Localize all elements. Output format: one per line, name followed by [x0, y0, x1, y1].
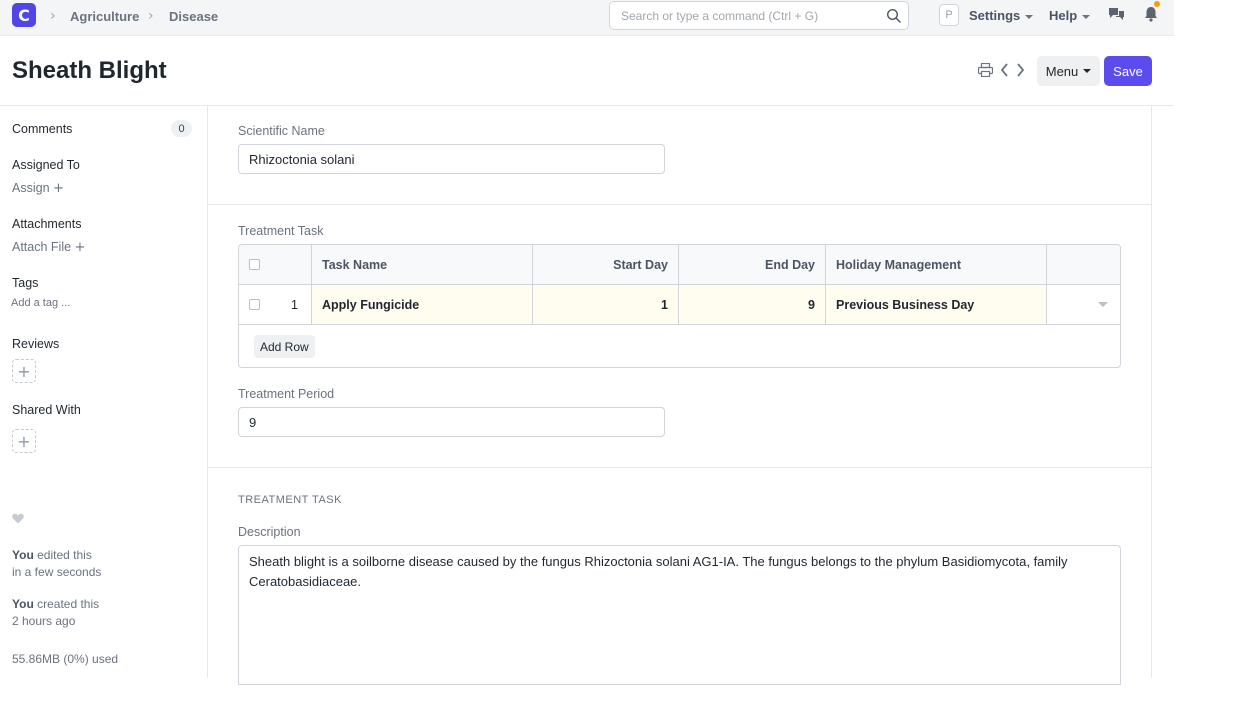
- add-share-button[interactable]: +: [12, 429, 36, 453]
- comments-count-badge: 0: [171, 120, 192, 137]
- breadcrumb-agriculture[interactable]: Agriculture: [70, 9, 139, 24]
- column-end-day: End Day: [679, 245, 826, 284]
- row-edit-cell[interactable]: [1047, 285, 1120, 324]
- form-main: Scientific Name Treatment Task Task Name…: [208, 106, 1152, 685]
- app-logo[interactable]: C: [12, 3, 36, 27]
- tags-label: Tags: [12, 276, 39, 290]
- select-all-cell: [239, 245, 312, 284]
- page-title: Sheath Blight: [12, 57, 167, 84]
- table-header-row: Task Name Start Day End Day Holiday Mana…: [239, 245, 1120, 285]
- comments-label[interactable]: Comments: [12, 122, 72, 136]
- chevron-right-icon: ›: [148, 8, 154, 24]
- section-divider: [208, 467, 1152, 468]
- column-task-name: Task Name: [312, 245, 533, 284]
- notification-dot: [1154, 1, 1160, 7]
- select-all-checkbox[interactable]: [249, 259, 260, 270]
- form-sidebar: Comments 0 Assigned To Assign + Attachme…: [0, 106, 208, 678]
- user-avatar[interactable]: P: [939, 4, 959, 26]
- save-button[interactable]: Save: [1104, 56, 1152, 86]
- column-start-day: Start Day: [533, 245, 679, 284]
- settings-label: Settings: [969, 8, 1021, 23]
- chevron-right-icon[interactable]: [1016, 63, 1025, 77]
- caret-down-icon: [1083, 69, 1092, 73]
- row-index: 1: [291, 297, 298, 312]
- printer-icon[interactable]: [978, 63, 993, 77]
- caret-down-icon: [1082, 14, 1091, 19]
- plus-icon: +: [17, 431, 31, 451]
- section-heading: TREATMENT TASK: [238, 494, 342, 506]
- help-label: Help: [1049, 8, 1078, 23]
- menu-button[interactable]: Menu: [1037, 56, 1100, 86]
- search-icon[interactable]: [886, 8, 902, 24]
- table-row[interactable]: 1 Apply Fungicide 1 9 Previous Business …: [239, 285, 1120, 325]
- plus-icon: +: [53, 181, 64, 196]
- chevron-left-icon[interactable]: [1000, 63, 1009, 77]
- add-review-button[interactable]: +: [12, 359, 36, 383]
- activity-time: 2 hours ago: [12, 614, 76, 628]
- chevron-down-icon: [1098, 302, 1108, 307]
- settings-dropdown[interactable]: Settings: [969, 8, 1034, 23]
- add-tag-link[interactable]: Add a tag ...: [11, 297, 70, 309]
- reviews-label: Reviews: [12, 337, 60, 351]
- treatment-period-input[interactable]: [238, 407, 665, 437]
- cell-end-day[interactable]: 9: [679, 285, 826, 324]
- row-checkbox[interactable]: [249, 299, 260, 310]
- description-label: Description: [238, 525, 301, 539]
- scientific-name-input[interactable]: [238, 144, 665, 174]
- cell-start-day[interactable]: 1: [533, 285, 679, 324]
- cell-task-name[interactable]: Apply Fungicide: [312, 285, 533, 324]
- row-index-cell: 1: [239, 285, 312, 324]
- chat-icon[interactable]: [1108, 6, 1125, 22]
- navbar: C › Agriculture › Disease P Settings Hel…: [0, 0, 1174, 36]
- search-input[interactable]: [610, 2, 870, 29]
- attachments-label: Attachments: [12, 217, 82, 231]
- assign-label: Assign: [12, 181, 50, 195]
- menu-label: Menu: [1045, 63, 1079, 79]
- attach-file-label: Attach File: [12, 240, 72, 254]
- storage-usage: 55.86MB (0%) used: [12, 652, 119, 666]
- column-holiday-management: Holiday Management: [826, 245, 1047, 284]
- section-divider: [208, 204, 1152, 205]
- activity-actor: You: [12, 597, 34, 611]
- activity-time: in a few seconds: [12, 565, 102, 579]
- add-row-button[interactable]: Add Row: [254, 335, 315, 358]
- heart-icon[interactable]: [12, 513, 24, 524]
- shared-with-label: Shared With: [12, 403, 81, 417]
- chevron-right-icon: ›: [50, 8, 56, 24]
- search-bar: [609, 1, 909, 30]
- activity-action: edited this: [33, 548, 92, 562]
- plus-icon: +: [74, 240, 86, 255]
- activity-action: created this: [33, 597, 100, 611]
- scientific-name-label: Scientific Name: [238, 124, 325, 138]
- bell-icon[interactable]: [1144, 6, 1158, 22]
- cell-holiday-management[interactable]: Previous Business Day: [826, 285, 1047, 324]
- plus-icon: +: [17, 361, 31, 381]
- help-dropdown[interactable]: Help: [1049, 8, 1091, 23]
- description-editor[interactable]: Sheath blight is a soilborne disease cau…: [238, 545, 1121, 685]
- treatment-task-table: Task Name Start Day End Day Holiday Mana…: [238, 244, 1121, 368]
- activity-actor: You: [12, 548, 34, 562]
- activity-created: You created this 2 hours ago: [12, 596, 99, 630]
- attach-file-link[interactable]: Attach File +: [12, 240, 85, 255]
- treatment-period-label: Treatment Period: [238, 387, 335, 401]
- activity-edited: You edited this in a few seconds: [12, 547, 101, 581]
- treatment-task-label: Treatment Task: [238, 224, 324, 238]
- breadcrumb-disease[interactable]: Disease: [169, 9, 218, 24]
- caret-down-icon: [1025, 14, 1034, 19]
- assign-link[interactable]: Assign +: [12, 181, 64, 196]
- assigned-to-label: Assigned To: [12, 158, 80, 172]
